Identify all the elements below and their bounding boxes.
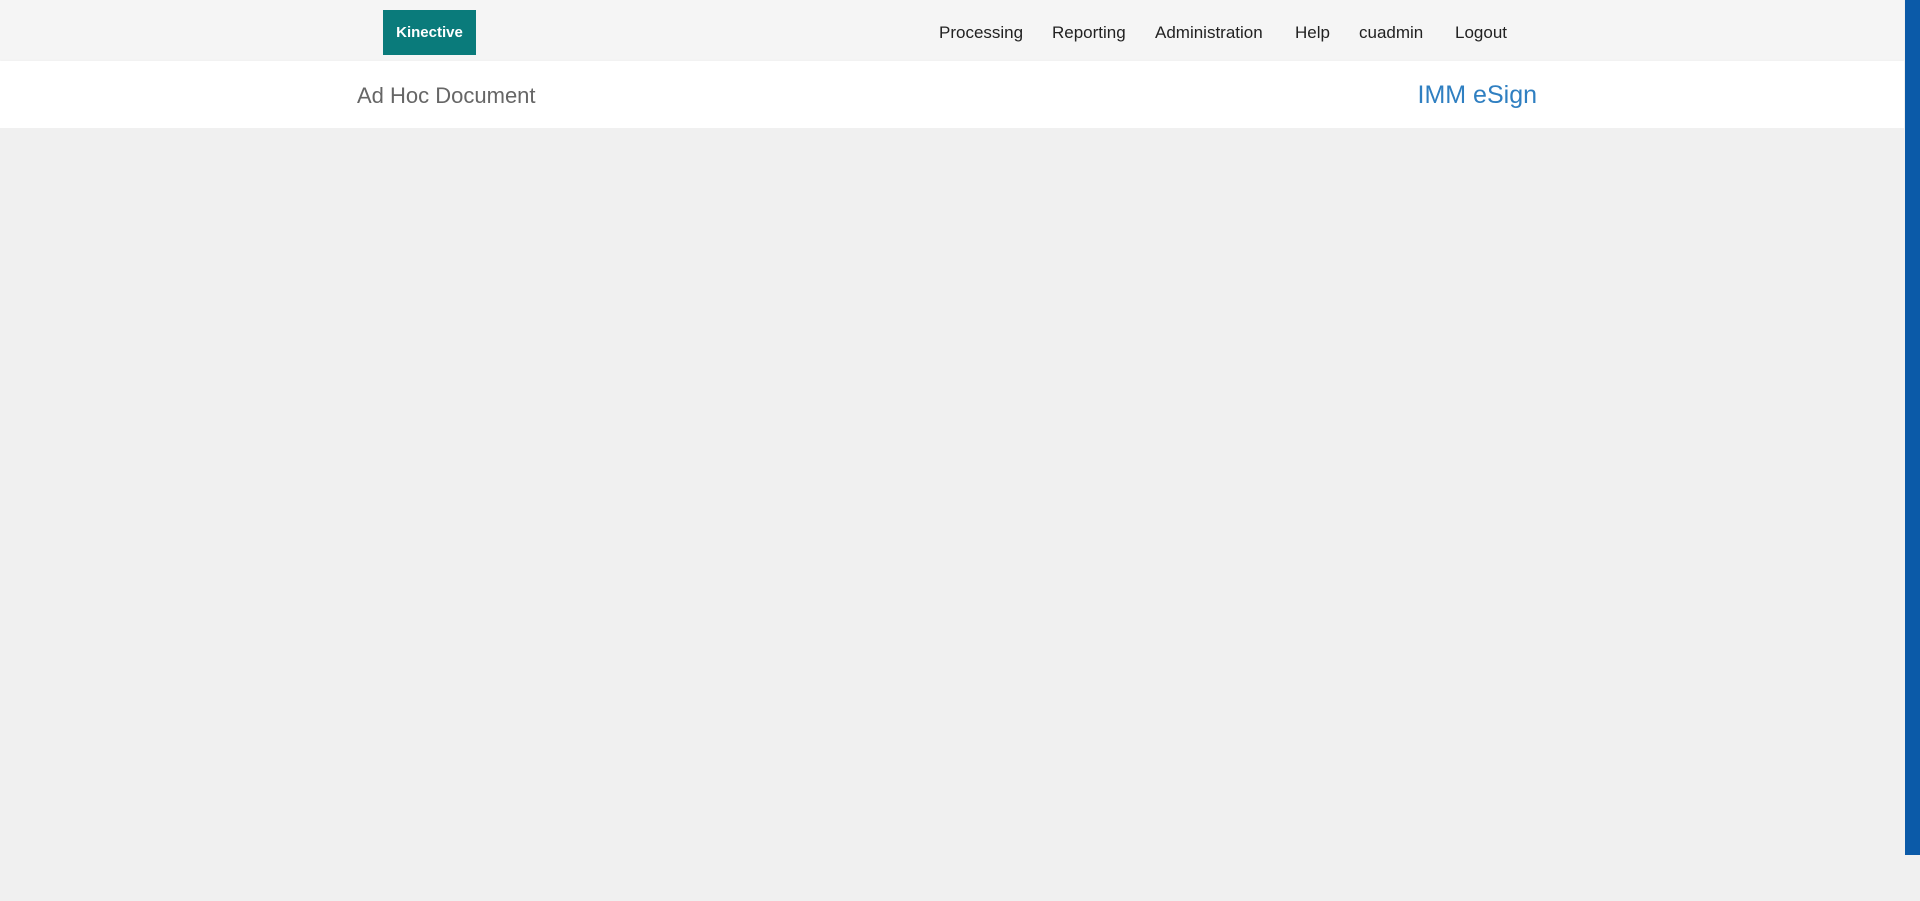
nav-item-logout[interactable]: Logout [1455,23,1507,43]
product-name: IMM eSign [1417,81,1537,109]
app-page: Kinective Processing Reporting Administr… [0,0,1920,901]
content-area [0,128,1904,901]
vertical-scrollbar-thumb[interactable] [1905,0,1920,855]
nav-item-help[interactable]: Help [1295,23,1330,43]
nav-item-reporting[interactable]: Reporting [1052,23,1126,43]
nav-item-processing[interactable]: Processing [939,23,1023,43]
page-header: Ad Hoc Document IMM eSign [0,61,1904,128]
top-navbar: Kinective Processing Reporting Administr… [0,0,1904,61]
nav-item-administration[interactable]: Administration [1155,23,1263,43]
page-title: Ad Hoc Document [357,83,536,108]
nav-item-user[interactable]: cuadmin [1359,23,1423,43]
kinective-logo[interactable]: Kinective [383,10,476,55]
